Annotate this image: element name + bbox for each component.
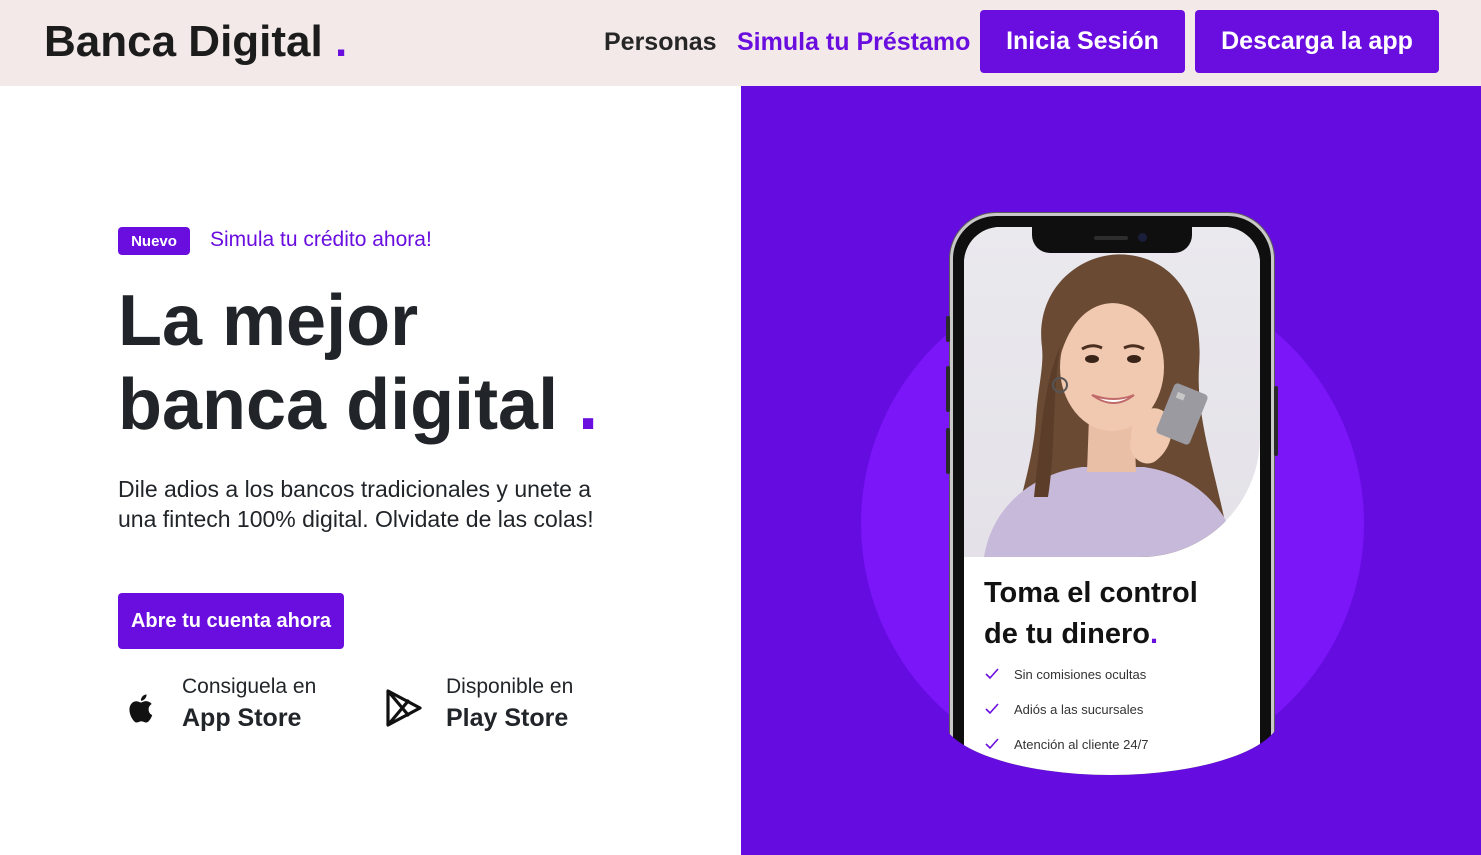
hero-title-dot: . <box>578 365 599 445</box>
simulate-credit-link[interactable]: Simula tu crédito ahora! <box>210 226 432 254</box>
phone-frame: Toma el control de tu dinero. Sin comisi… <box>946 213 1278 775</box>
phone-camera <box>1138 233 1147 242</box>
phone-headline: Toma el control de tu dinero. <box>984 573 1254 655</box>
check-icon <box>985 668 999 680</box>
feature-label: Adiós a las sucursales <box>1014 701 1144 717</box>
play-store-name: Play Store <box>446 704 569 732</box>
check-icon <box>985 703 999 715</box>
nav-link-simula-prestamo[interactable]: Simula tu Préstamo <box>737 26 970 58</box>
phone-side-button <box>946 316 950 342</box>
google-play-icon <box>386 689 422 727</box>
phone-speaker <box>1094 236 1128 240</box>
play-store-link[interactable]: Disponible en Play Store <box>382 672 592 736</box>
new-badge: Nuevo <box>118 227 190 255</box>
navbar: Banca Digital . Personas Simula tu Prést… <box>0 0 1481 86</box>
phone-headline-dot: . <box>1149 618 1159 650</box>
phone-side-button <box>946 428 950 474</box>
brand-name: Banca Digital <box>44 17 323 66</box>
hero-description: Dile adios a los bancos tradicionales y … <box>118 476 594 532</box>
woman-illustration <box>984 254 1240 557</box>
open-account-button[interactable]: Abre tu cuenta ahora <box>118 593 344 649</box>
phone-headline-line2: de tu dinero <box>984 618 1150 650</box>
phone-mockup: Toma el control de tu dinero. Sin comisi… <box>941 210 1281 775</box>
app-store-caption: Consiguela en <box>182 675 317 698</box>
feature-item: Sin comisiones ocultas <box>984 664 1146 684</box>
brand-logo[interactable]: Banca Digital . <box>44 16 347 68</box>
woman-holding-card-photo <box>964 227 1260 557</box>
phone-screen: Toma el control de tu dinero. Sin comisi… <box>964 227 1260 775</box>
phone-headline-line1: Toma el control <box>984 577 1198 609</box>
download-app-button[interactable]: Descarga la app <box>1195 10 1439 73</box>
feature-item: Adiós a las sucursales <box>984 699 1143 719</box>
brand-dot: . <box>334 17 348 66</box>
hero-title-line1: La mejor <box>118 281 419 361</box>
phone-notch <box>1032 227 1192 253</box>
feature-label: Atención al cliente 24/7 <box>1014 736 1149 752</box>
nav-link-personas[interactable]: Personas <box>604 26 717 58</box>
phone-side-button <box>946 366 950 412</box>
check-icon <box>985 738 999 750</box>
hero-title: La mejor banca digital . <box>118 279 598 447</box>
feature-label: Sin comisiones ocultas <box>1014 666 1147 682</box>
hero-title-line2: banca digital <box>118 365 559 445</box>
play-store-caption: Disponible en <box>446 675 574 698</box>
login-button[interactable]: Inicia Sesión <box>980 10 1185 73</box>
hero-visual-panel: Toma el control de tu dinero. Sin comisi… <box>741 86 1481 855</box>
app-store-name: App Store <box>182 704 302 732</box>
feature-item: Atención al cliente 24/7 <box>984 734 1148 754</box>
phone-side-button <box>1274 386 1278 456</box>
apple-icon <box>129 694 153 723</box>
app-store-link[interactable]: Consiguela en App Store <box>118 672 333 736</box>
